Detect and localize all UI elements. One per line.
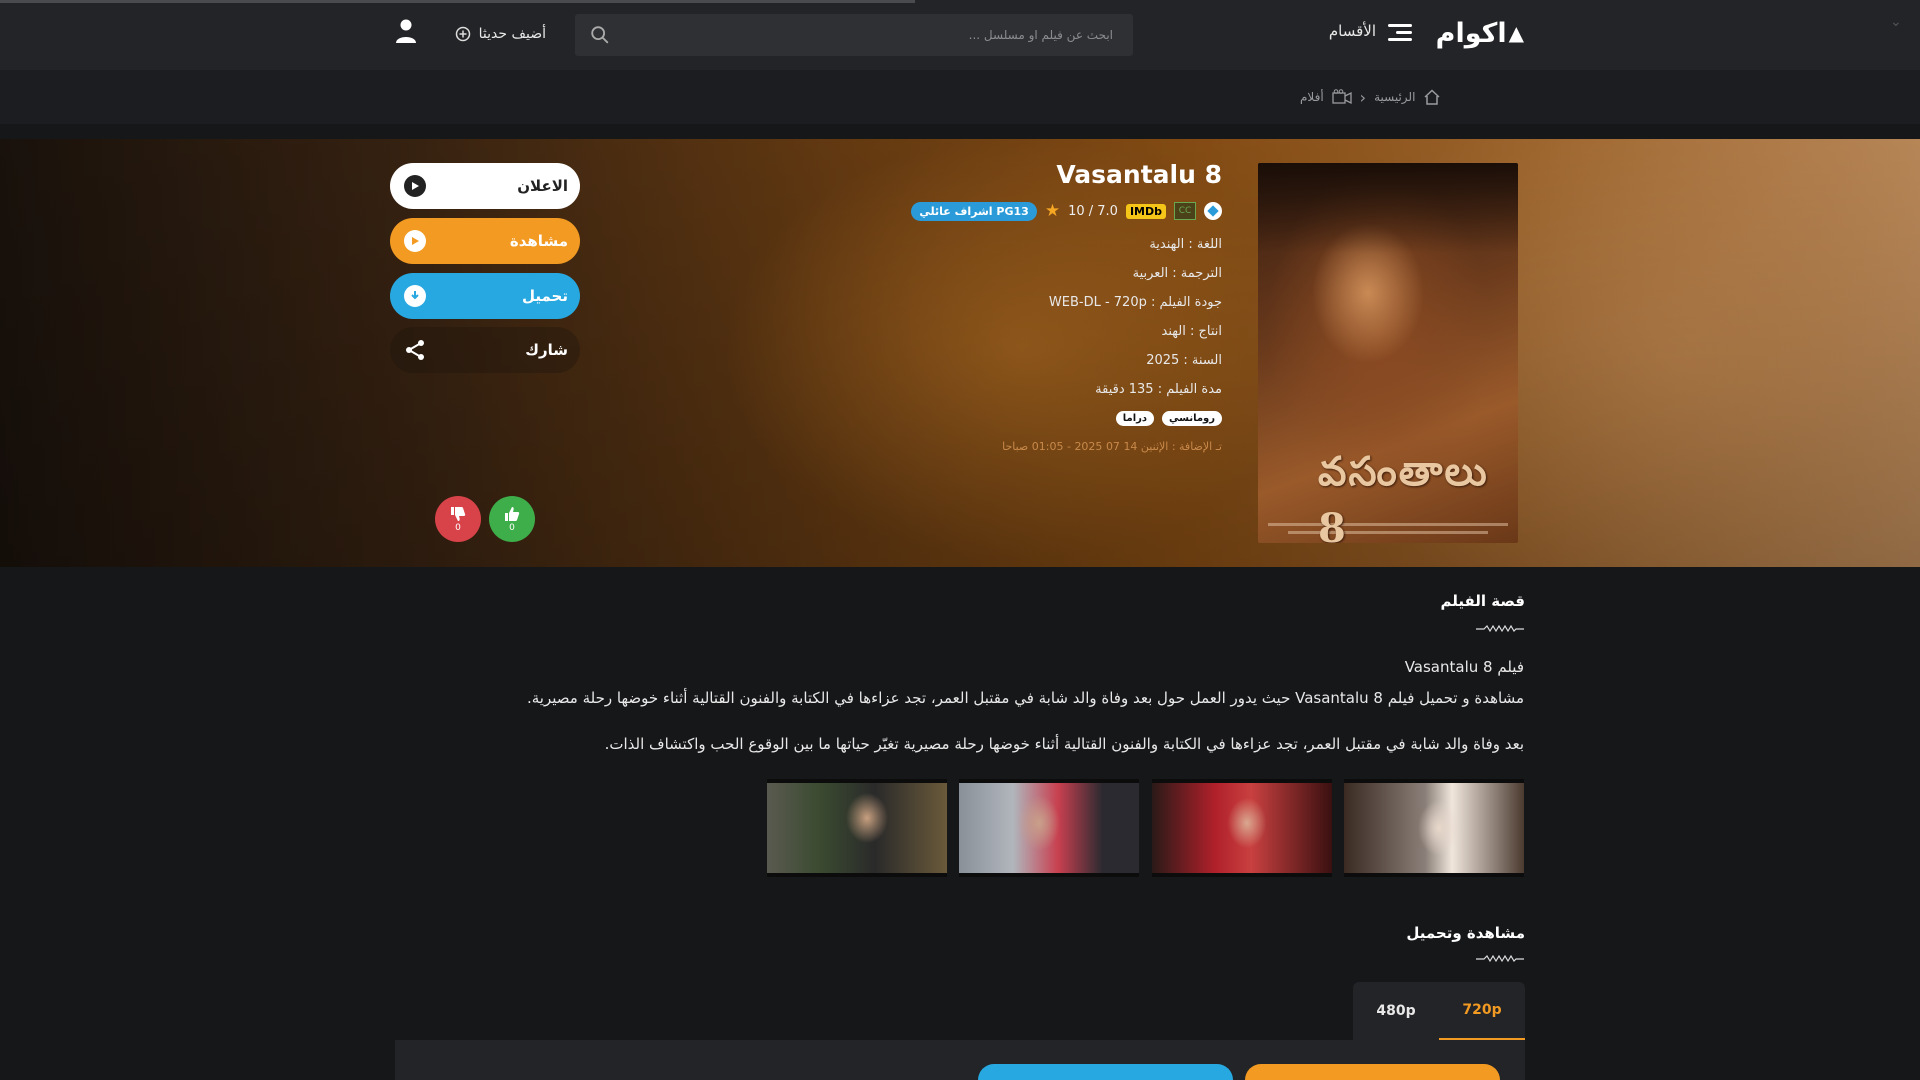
site-logo[interactable]: اكوام ▲	[1425, 17, 1524, 49]
diamond-icon	[1204, 202, 1222, 220]
share-button[interactable]: شارك	[390, 327, 580, 373]
breadcrumb-bar	[0, 70, 1920, 124]
share-button-label: شارك	[525, 341, 568, 359]
play-icon	[404, 175, 426, 197]
star-icon: ★	[1044, 201, 1061, 221]
screenshot-gallery	[767, 779, 1524, 877]
tab-720p[interactable]: 720p	[1439, 982, 1525, 1040]
movie-quality: جودة الفيلم : WEB-DL - 720p	[1048, 295, 1222, 310]
film-camera-icon	[1332, 89, 1352, 105]
like-button[interactable]: 0	[489, 496, 535, 542]
movie-year: السنة : 2025	[1146, 353, 1222, 368]
user-account-icon[interactable]	[394, 18, 418, 44]
added-recently-label: أضيف حديثا	[478, 26, 546, 42]
dislike-button[interactable]: 0	[435, 496, 481, 542]
plus-circle-icon	[455, 26, 470, 42]
quality-tabs: 720p 480p	[1353, 982, 1525, 1040]
download-button-label: تحميل	[521, 287, 568, 305]
poster-title-art: వసంతాలు 8	[1318, 448, 1489, 543]
subtitles-icon: CC	[1174, 202, 1196, 220]
home-icon[interactable]	[1423, 88, 1441, 106]
genre-tags: رومانسي دراما	[900, 411, 1222, 426]
tab-480p[interactable]: 480p	[1353, 982, 1439, 1040]
top-header: اكوام ▲ الأقسام أضيف حديثا ⌄	[0, 0, 1920, 70]
chevron-down-icon[interactable]: ⌄	[1890, 14, 1902, 30]
added-date: تـ الإضافة : الإثنين 14 07 2025 - 01:05 …	[1002, 440, 1222, 453]
gallery-thumbnail[interactable]	[1344, 779, 1524, 877]
watch-link-button[interactable]	[1245, 1064, 1500, 1080]
breadcrumb: الرئيسية ‹ أفلام	[1300, 84, 1486, 110]
play-icon	[404, 230, 426, 252]
logo-text: اكوام	[1435, 17, 1508, 49]
thumbs-down-icon	[451, 506, 466, 521]
age-rating-badge: PG13 اشراف عائلي	[911, 201, 1037, 221]
genre-tag[interactable]: دراما	[1115, 411, 1155, 426]
trailer-button[interactable]: الاعلان	[390, 163, 580, 209]
chevron-left-icon: ‹	[1359, 87, 1367, 107]
hamburger-menu-icon[interactable]	[1388, 24, 1412, 42]
gallery-thumbnail[interactable]	[1152, 779, 1332, 877]
categories-menu-label[interactable]: الأقسام	[1300, 22, 1376, 46]
gallery-thumbnail[interactable]	[767, 779, 947, 877]
share-icon	[406, 340, 424, 360]
story-heading: قصة الفيلم	[1440, 592, 1526, 610]
squiggle-divider-icon	[1476, 625, 1524, 633]
page-progress-bar	[0, 0, 915, 3]
rating-value: 10 / 7.0	[1068, 203, 1118, 219]
thumbs-up-icon	[505, 506, 520, 521]
breadcrumb-home[interactable]: الرئيسية	[1374, 90, 1415, 104]
movie-language: اللغة : الهندية	[1149, 237, 1222, 252]
added-recently-link[interactable]: أضيف حديثا	[446, 20, 546, 48]
movie-info: Vasantalu 8 CC IMDb 10 / 7.0 ★ PG13 اشرا…	[900, 160, 1222, 453]
movie-duration: مدة الفيلم : 135 دقيقة	[1095, 382, 1222, 397]
breadcrumb-movies[interactable]: أفلام	[1300, 90, 1324, 104]
download-button[interactable]: تحميل	[390, 273, 580, 319]
movie-poster: వసంతాలు 8	[1258, 163, 1518, 543]
story-line: بعد وفاة والد شابة في مقتبل العمر، تجد ع…	[604, 735, 1524, 753]
squiggle-divider-icon	[1476, 955, 1524, 963]
gallery-thumbnail[interactable]	[959, 779, 1139, 877]
search-box	[575, 14, 1133, 56]
download-icon	[404, 285, 426, 307]
movie-meta-row: CC IMDb 10 / 7.0 ★ PG13 اشراف عائلي	[900, 199, 1222, 223]
watch-button[interactable]: مشاهدة	[390, 218, 580, 264]
imdb-badge: IMDb	[1125, 203, 1166, 219]
like-count: 0	[509, 522, 515, 533]
story-line: مشاهدة و تحميل فيلم Vasantalu 8 حيث يدور…	[527, 689, 1524, 707]
search-icon[interactable]	[589, 24, 611, 46]
trailer-button-label: الاعلان	[517, 177, 568, 195]
dislike-count: 0	[455, 522, 461, 533]
movie-title: Vasantalu 8	[1056, 160, 1222, 189]
movie-production: انتاج : الهند	[1161, 324, 1222, 339]
genre-tag[interactable]: رومانسي	[1162, 411, 1222, 426]
watch-button-label: مشاهدة	[509, 232, 568, 250]
watch-download-heading: مشاهدة وتحميل	[1406, 924, 1525, 942]
logo-triangle-icon: ▲	[1508, 21, 1524, 45]
download-link-button[interactable]	[978, 1064, 1233, 1080]
movie-translation: الترجمة : العربية	[1132, 266, 1222, 281]
search-input[interactable]	[619, 14, 1119, 56]
story-line: فيلم Vasantalu 8	[1404, 658, 1524, 676]
